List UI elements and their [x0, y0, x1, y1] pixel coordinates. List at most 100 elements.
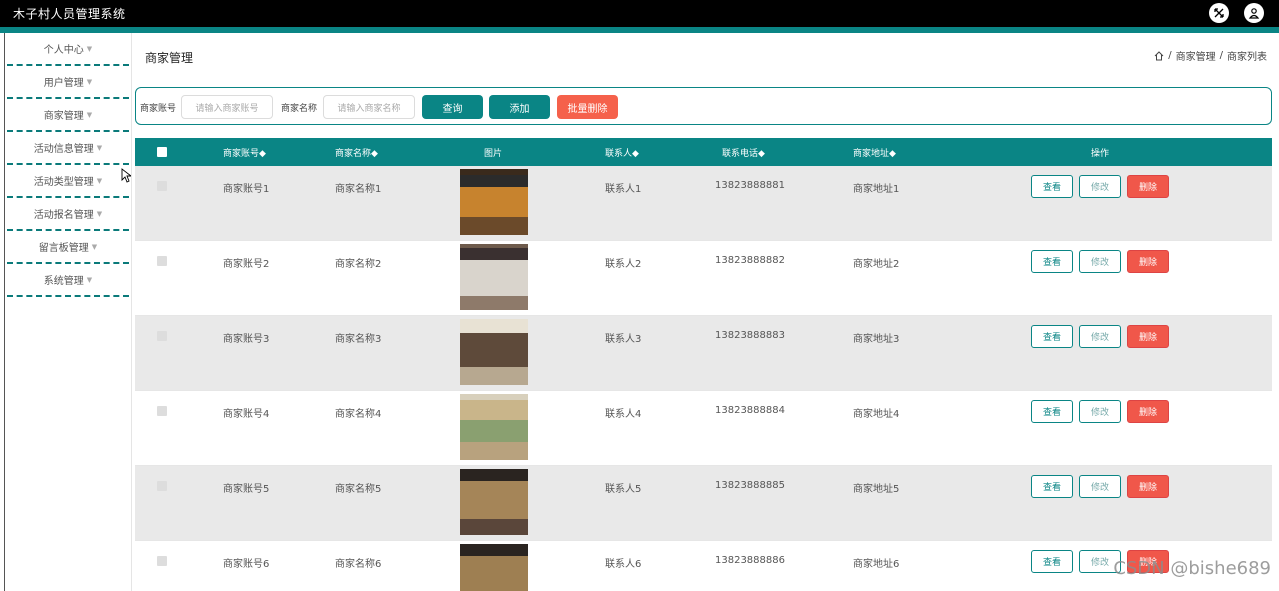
sidebar-item-label: 活动报名管理	[33, 210, 94, 221]
view-button[interactable]: 查看	[1031, 475, 1073, 498]
cell-phone: 13823888886	[715, 555, 785, 566]
table-row: 商家账号6 商家名称6 联系人6 13823888886 商家地址6 查看 修改…	[135, 541, 1272, 591]
cell-contact: 联系人6	[605, 559, 642, 570]
edit-button[interactable]: 修改	[1079, 250, 1121, 273]
home-icon[interactable]	[1154, 50, 1164, 61]
sidebar-item-label: 个人中心	[43, 45, 84, 56]
sidebar-item-label: 活动信息管理	[33, 144, 94, 155]
top-bar: 木子村人员管理系统	[0, 0, 1279, 27]
cell-address: 商家地址1	[853, 184, 900, 195]
cell-phone: 13823888885	[715, 480, 785, 491]
cell-name: 商家名称4	[335, 409, 382, 420]
cell-account: 商家账号3	[223, 334, 270, 345]
sidebar-item-activity-type[interactable]: 活动类型管理 ▼	[7, 165, 129, 198]
account-search-input[interactable]: 请输入商家账号	[181, 95, 273, 119]
name-label: 商家名称	[281, 104, 318, 114]
cell-account: 商家账号1	[223, 184, 270, 195]
chevron-down-icon: ▼	[96, 176, 103, 185]
row-checkbox[interactable]	[157, 481, 167, 491]
table-row: 商家账号1 商家名称1 联系人1 13823888881 商家地址1 查看 修改…	[135, 166, 1272, 241]
view-button[interactable]: 查看	[1031, 325, 1073, 348]
breadcrumb-separator: /	[1168, 50, 1172, 61]
table-row: 商家账号5 商家名称5 联系人5 13823888885 商家地址5 查看 修改…	[135, 466, 1272, 541]
sidebar: 个人中心 ▼ 用户管理 ▼ 商家管理 ▼ 活动信息管理 ▼ 活动类型管理 ▼ 活动报名管理…	[4, 33, 132, 591]
cell-contact: 联系人5	[605, 484, 642, 495]
batch-delete-button[interactable]: 批量删除	[557, 95, 618, 119]
col-account-header[interactable]: 商家账号◆	[223, 146, 266, 159]
sidebar-item-user-management[interactable]: 用户管理 ▼	[7, 66, 129, 99]
sidebar-item-label: 活动类型管理	[33, 177, 94, 188]
page-title: 商家管理	[145, 51, 194, 65]
cell-account: 商家账号5	[223, 484, 270, 495]
row-checkbox[interactable]	[157, 331, 167, 341]
sidebar-item-system[interactable]: 系统管理 ▼	[7, 264, 129, 297]
table-header: 商家账号◆ 商家名称◆ 图片 联系人◆ 联系电话◆ 商家地址◆ 操作	[135, 138, 1272, 166]
view-button[interactable]: 查看	[1031, 250, 1073, 273]
cell-address: 商家地址2	[853, 259, 900, 270]
chevron-down-icon: ▼	[86, 110, 93, 119]
merchant-image	[460, 319, 528, 385]
col-name-header[interactable]: 商家名称◆	[335, 146, 378, 159]
cell-phone: 13823888881	[715, 180, 785, 191]
edit-button[interactable]: 修改	[1079, 475, 1121, 498]
chevron-down-icon: ▼	[86, 44, 93, 53]
cell-address: 商家地址6	[853, 559, 900, 570]
header-accent-strip	[0, 27, 1279, 33]
cell-name: 商家名称2	[335, 259, 382, 270]
user-avatar-icon[interactable]	[1244, 3, 1264, 23]
sidebar-item-label: 用户管理	[43, 78, 84, 89]
view-button[interactable]: 查看	[1031, 550, 1073, 573]
row-checkbox[interactable]	[157, 556, 167, 566]
merchant-image	[460, 244, 528, 310]
merchant-image	[460, 469, 528, 535]
sidebar-item-merchant-management[interactable]: 商家管理 ▼	[7, 99, 129, 132]
cell-phone: 13823888884	[715, 405, 785, 416]
edit-button[interactable]: 修改	[1079, 400, 1121, 423]
sidebar-item-personal-center[interactable]: 个人中心 ▼	[7, 33, 129, 66]
add-button[interactable]: 添加	[489, 95, 550, 119]
edit-button[interactable]: 修改	[1079, 175, 1121, 198]
sidebar-item-message-board[interactable]: 留言板管理 ▼	[7, 231, 129, 264]
fullscreen-icon[interactable]	[1209, 3, 1229, 23]
select-all-checkbox[interactable]	[157, 147, 167, 157]
cell-contact: 联系人4	[605, 409, 642, 420]
sidebar-item-activity-signup[interactable]: 活动报名管理 ▼	[7, 198, 129, 231]
sidebar-item-label: 留言板管理	[38, 243, 89, 254]
cell-account: 商家账号4	[223, 409, 270, 420]
delete-button[interactable]: 删除	[1127, 325, 1169, 348]
merchant-image	[460, 544, 528, 591]
view-button[interactable]: 查看	[1031, 400, 1073, 423]
col-image-header: 图片	[484, 149, 503, 159]
delete-button[interactable]: 删除	[1127, 250, 1169, 273]
cell-phone: 13823888882	[715, 255, 785, 266]
name-search-input[interactable]: 请输入商家名称	[323, 95, 415, 119]
merchant-image	[460, 394, 528, 460]
cell-name: 商家名称1	[335, 184, 382, 195]
app-title: 木子村人员管理系统	[13, 7, 126, 21]
row-checkbox[interactable]	[157, 406, 167, 416]
view-button[interactable]: 查看	[1031, 175, 1073, 198]
delete-button[interactable]: 删除	[1127, 400, 1169, 423]
cell-contact: 联系人2	[605, 259, 642, 270]
col-phone-header[interactable]: 联系电话◆	[722, 146, 765, 159]
col-contact-header[interactable]: 联系人◆	[605, 146, 639, 159]
row-checkbox[interactable]	[157, 181, 167, 191]
sidebar-item-label: 商家管理	[43, 111, 84, 122]
breadcrumb-level1[interactable]: 商家管理	[1176, 48, 1216, 63]
watermark: CSDN @bishe689	[1113, 558, 1271, 579]
row-checkbox[interactable]	[157, 256, 167, 266]
table-row: 商家账号3 商家名称3 联系人3 13823888883 商家地址3 查看 修改…	[135, 316, 1272, 391]
delete-button[interactable]: 删除	[1127, 175, 1169, 198]
delete-button[interactable]: 删除	[1127, 475, 1169, 498]
cell-contact: 联系人3	[605, 334, 642, 345]
col-address-header[interactable]: 商家地址◆	[853, 146, 896, 159]
cell-name: 商家名称3	[335, 334, 382, 345]
sidebar-item-activity-info[interactable]: 活动信息管理 ▼	[7, 132, 129, 165]
sidebar-item-label: 系统管理	[43, 276, 84, 287]
mouse-cursor-icon	[121, 168, 131, 183]
cell-account: 商家账号6	[223, 559, 270, 570]
search-button[interactable]: 查询	[422, 95, 483, 119]
edit-button[interactable]: 修改	[1079, 325, 1121, 348]
merchant-image	[460, 169, 528, 235]
breadcrumb-separator: /	[1219, 50, 1223, 61]
